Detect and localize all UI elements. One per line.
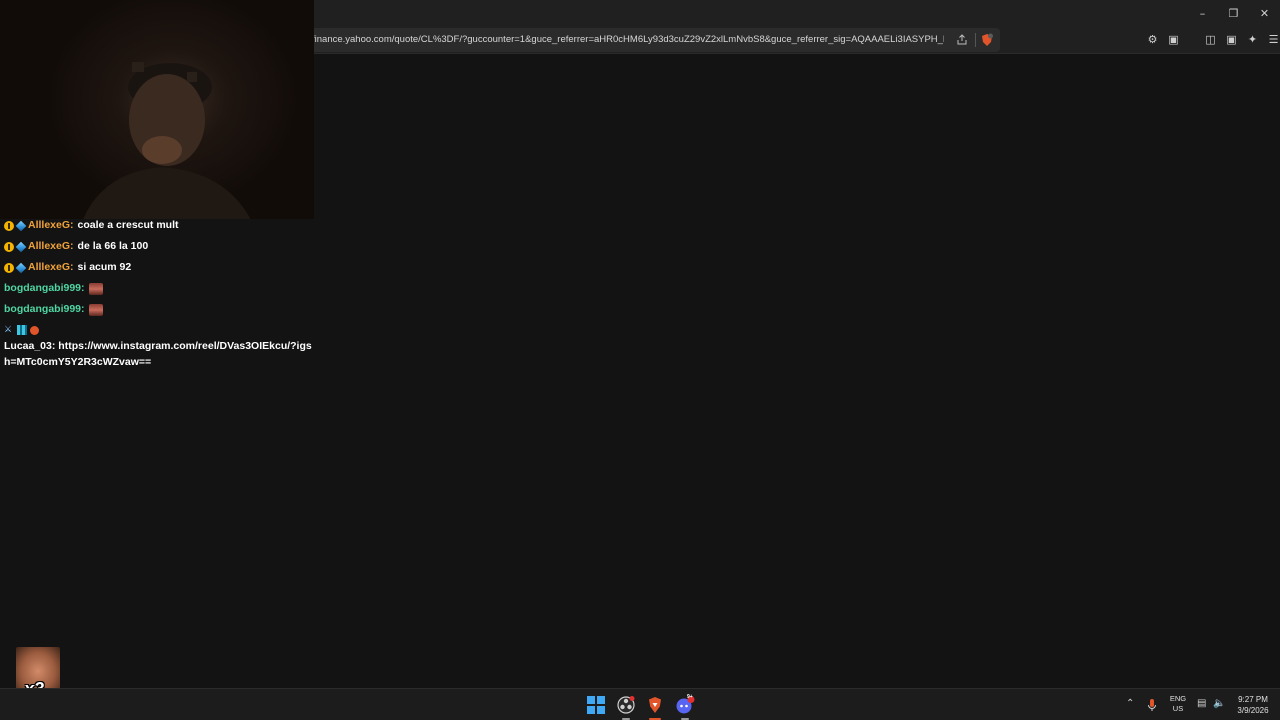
chat-message: AlllexeG: si acum 92: [4, 257, 314, 278]
gold-badge-icon: [4, 241, 14, 252]
grid-badge-icon: [17, 325, 27, 335]
orange-badge-icon: [30, 325, 39, 335]
webcam-overlay: [0, 0, 314, 219]
taskbar-app-obs[interactable]: [616, 695, 636, 720]
chat-text: si acum 92: [77, 261, 132, 273]
clock[interactable]: 9:27 PM 3/9/2026: [1228, 694, 1278, 716]
cube-badge-icon: [15, 241, 27, 252]
restore-button[interactable]: ❐: [1218, 0, 1249, 26]
minimize-button[interactable]: –: [1187, 0, 1218, 26]
screenshot-icon[interactable]: ▣: [1165, 31, 1182, 48]
discord-badge: 9+: [687, 694, 693, 700]
chat-message: Lucaa_03: https://www.instagram.com/reel…: [4, 338, 314, 370]
chat-username: Lucaa_03:: [4, 340, 56, 352]
url-text[interactable]: finance.yahoo.com/quote/CL%3DF/?guccount…: [312, 34, 944, 45]
sidebar-icon[interactable]: ◫: [1202, 31, 1219, 48]
taskbar-app-discord[interactable]: 9+: [675, 694, 695, 720]
region-code: US: [1172, 704, 1184, 713]
chat-username: bogdangabi999:: [4, 282, 85, 294]
taskbar-app-brave[interactable]: [645, 695, 665, 720]
chat-message: bogdangabi999:: [4, 299, 314, 320]
address-bar[interactable]: finance.yahoo.com/quote/CL%3DF/?guccount…: [300, 28, 1000, 52]
url-divider: [975, 33, 976, 47]
chat-message: bogdangabi999:: [4, 278, 314, 299]
chat-username: bogdangabi999:: [4, 303, 85, 315]
chat-overlay: AlllexeG: coale a crescut mult AlllexeG:…: [4, 215, 314, 370]
chat-username: AlllexeG:: [28, 240, 74, 252]
brave-icon: [649, 697, 661, 713]
brave-shields-icon[interactable]: [980, 33, 994, 47]
volume-icon[interactable]: 🔈: [1213, 698, 1225, 709]
chat-emote-icon: [88, 303, 103, 316]
extensions-icon[interactable]: ⚙: [1144, 31, 1161, 48]
windows-icon: [587, 696, 605, 714]
sword-badge-icon: ⚔: [4, 325, 13, 335]
share-icon[interactable]: [956, 34, 968, 46]
windows-taskbar: 9+ ⌃ ENG US ▤ 🔈 9:27 PM 3/9/2026: [0, 688, 1280, 720]
clock-date: 3/9/2026: [1237, 706, 1269, 715]
chat-text: coale a crescut mult: [77, 219, 179, 231]
cube-badge-icon: [15, 262, 27, 273]
cube-badge-icon: [15, 220, 27, 231]
network-icon[interactable]: ▤: [1197, 698, 1206, 709]
chat-username: AlllexeG:: [28, 219, 74, 231]
clock-time: 9:27 PM: [1238, 695, 1268, 704]
chat-username: AlllexeG:: [28, 261, 74, 273]
menu-icon[interactable]: ☰: [1265, 31, 1280, 48]
toolbar-icons: ⚙ ▣ ◫ ▣ ✦ ☰: [1144, 31, 1280, 48]
chat-emote-icon: [88, 282, 103, 295]
obs-icon: [617, 696, 635, 714]
chat-text: de la 66 la 100: [77, 240, 149, 252]
gold-badge-icon: [4, 220, 14, 231]
language-code: ENG: [1169, 694, 1187, 703]
emote-combo: x3: [16, 647, 60, 699]
show-hidden-icons-icon[interactable]: ⌃: [1126, 698, 1134, 709]
microphone-icon[interactable]: [1147, 698, 1157, 712]
streamer-silhouette: [83, 62, 251, 219]
desktop: – ❐ ✕ finance.yahoo.com/quote/CL%3DF/?gu…: [0, 0, 1280, 720]
start-button[interactable]: [586, 695, 606, 715]
chat-message: AlllexeG: de la 66 la 100: [4, 236, 314, 257]
language-indicator[interactable]: ENG US: [1168, 694, 1188, 714]
wallet-icon[interactable]: ▣: [1223, 31, 1240, 48]
window-controls: – ❐ ✕: [1187, 0, 1280, 26]
chat-badges: ⚔: [4, 322, 314, 338]
chat-message: AlllexeG: coale a crescut mult: [4, 215, 314, 236]
leo-ai-icon[interactable]: ✦: [1244, 31, 1261, 48]
gold-badge-icon: [4, 262, 14, 273]
close-button[interactable]: ✕: [1249, 0, 1280, 26]
